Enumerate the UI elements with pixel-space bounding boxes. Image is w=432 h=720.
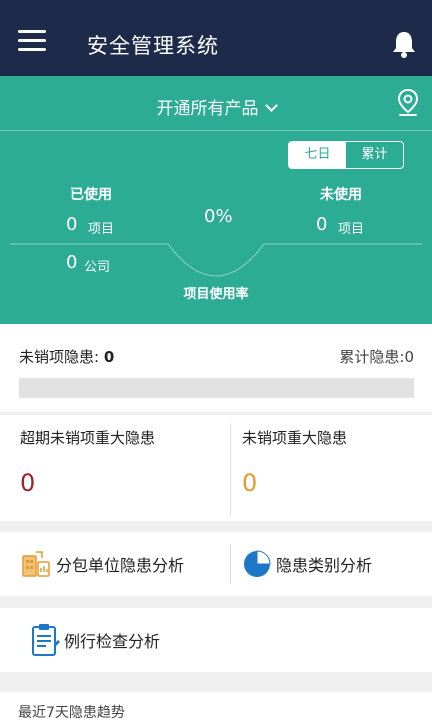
- unused-label: 未使用: [320, 187, 362, 203]
- unresolved-major-value: 0: [242, 469, 258, 497]
- menu-icon[interactable]: [18, 30, 46, 52]
- bell-icon[interactable]: [391, 30, 417, 58]
- subcontractor-analysis-label: 分包单位隐患分析: [56, 556, 185, 575]
- product-selector-label: 开通所有产品: [156, 99, 259, 119]
- chevron-down-icon: [264, 99, 278, 112]
- tab-cumulative[interactable]: 累计: [346, 142, 403, 168]
- unresolved-hazards: 未销项隐患: 0: [19, 346, 114, 367]
- unit-project-label: 项目: [338, 222, 365, 237]
- routine-inspection-button[interactable]: 例行检查分析: [30, 608, 160, 672]
- trend-card: 最近7天隐患趋势: [0, 692, 432, 720]
- pie-chart-icon: [244, 550, 271, 577]
- routine-inspection-label: 例行检查分析: [64, 632, 161, 651]
- location-pin-icon[interactable]: [396, 88, 420, 118]
- unit-project-label: 项目: [88, 222, 115, 237]
- hazard-summary-card: 未销项隐患: 0 累计隐患:0: [0, 324, 432, 412]
- clipboard-icon: [32, 624, 60, 656]
- usage-rate-label: 项目使用率: [183, 287, 249, 302]
- usage-summary-panel: 开通所有产品 七日 累计 已使用 0 项目 0 公司 0% 未使用 0 项目 项…: [0, 76, 432, 324]
- divider: [0, 130, 432, 131]
- product-selector[interactable]: 开通所有产品: [0, 94, 432, 119]
- unused-projects-value: 0: [316, 214, 328, 235]
- subcontractor-analysis-button[interactable]: 分包单位隐患分析: [20, 532, 184, 596]
- trend-title: 最近7天隐患趋势: [18, 705, 125, 720]
- usage-rate-arc: [10, 243, 422, 277]
- building-chart-icon: [22, 551, 50, 577]
- major-hazards-card: 超期未销项重大隐患 0 未销项重大隐患 0: [0, 415, 432, 521]
- overdue-major-title: 超期未销项重大隐患: [20, 429, 156, 447]
- divider: [230, 544, 231, 584]
- category-analysis-button[interactable]: 隐患类别分析: [242, 532, 372, 596]
- overdue-major-value: 0: [20, 469, 36, 497]
- category-analysis-label: 隐患类别分析: [276, 556, 373, 575]
- unresolved-hazards-value: 0: [103, 348, 115, 366]
- unresolved-hazards-label: 未销项隐患:: [19, 348, 104, 366]
- overdue-major-hazards[interactable]: 超期未销项重大隐患 0: [0, 415, 216, 521]
- usage-rate-value: 0%: [204, 206, 233, 227]
- analysis-card: 分包单位隐患分析 隐患类别分析: [0, 532, 432, 596]
- tab-seven-days[interactable]: 七日: [289, 142, 346, 168]
- top-bar: 安全管理系统: [0, 0, 432, 76]
- used-projects-value: 0: [66, 214, 78, 235]
- routine-inspection-card: 例行检查分析: [0, 608, 432, 672]
- used-label: 已使用: [70, 187, 112, 203]
- cumulative-hazards: 累计隐患:0: [339, 348, 414, 366]
- app-title: 安全管理系统: [87, 34, 219, 58]
- unresolved-major-hazards[interactable]: 未销项重大隐患 0: [222, 415, 432, 521]
- unresolved-major-title: 未销项重大隐患: [242, 429, 348, 447]
- range-toggle[interactable]: 七日 累计: [288, 141, 404, 169]
- hazard-progress-bar: [19, 378, 414, 398]
